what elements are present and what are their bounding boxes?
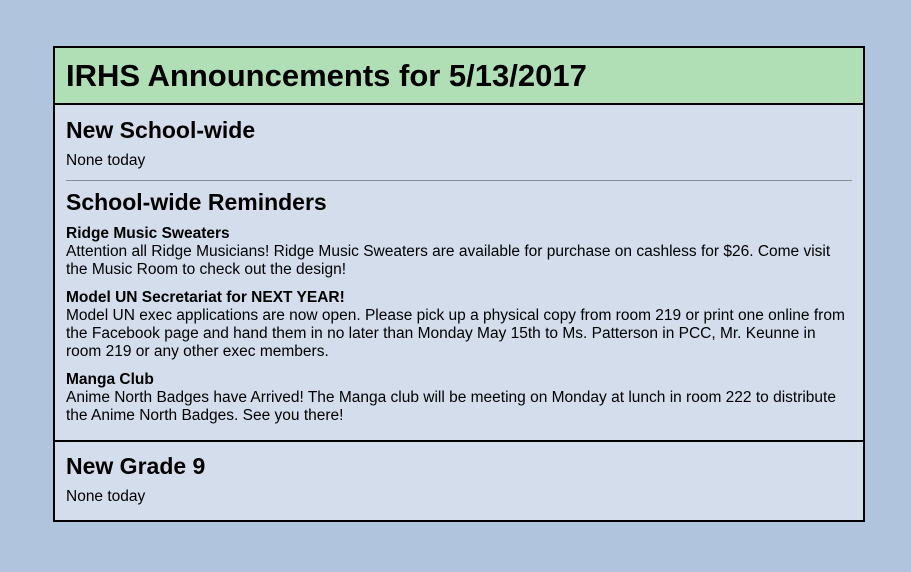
announcements-board: IRHS Announcements for 5/13/2017 New Sch… — [53, 46, 865, 522]
announcement-item: Model UN Secretariat for NEXT YEAR! Mode… — [66, 289, 852, 361]
announcement-body: Attention all Ridge Musicians! Ridge Mus… — [66, 242, 831, 278]
announcement-body: Model UN exec applications are now open.… — [66, 306, 845, 360]
page-title: IRHS Announcements for 5/13/2017 — [66, 58, 587, 93]
announcement-body: Anime North Badges have Arrived! The Man… — [66, 388, 836, 424]
section-school-wide-reminders: School-wide Reminders Ridge Music Sweate… — [55, 181, 863, 439]
announcement-item: Ridge Music Sweaters Attention all Ridge… — [66, 225, 852, 279]
board-header: IRHS Announcements for 5/13/2017 — [55, 48, 863, 105]
section-heading-reminders: School-wide Reminders — [66, 189, 327, 216]
section-text-new-grade-9: None today — [66, 487, 146, 505]
announcement-title: Manga Club — [66, 370, 154, 388]
section-text-new-school-wide: None today — [66, 152, 146, 170]
section-new-school-wide: New School-wide None today — [55, 105, 863, 180]
announcement-title: Ridge Music Sweaters — [66, 224, 230, 242]
section-heading-new-school-wide: New School-wide — [66, 117, 256, 143]
announcement-item: Manga Club Anime North Badges have Arriv… — [66, 371, 852, 425]
section-heading-new-grade-9: New Grade 9 — [66, 452, 206, 479]
announcement-title: Model UN Secretariat for NEXT YEAR! — [66, 288, 345, 306]
section-new-grade-9: New Grade 9 None today — [55, 442, 863, 520]
